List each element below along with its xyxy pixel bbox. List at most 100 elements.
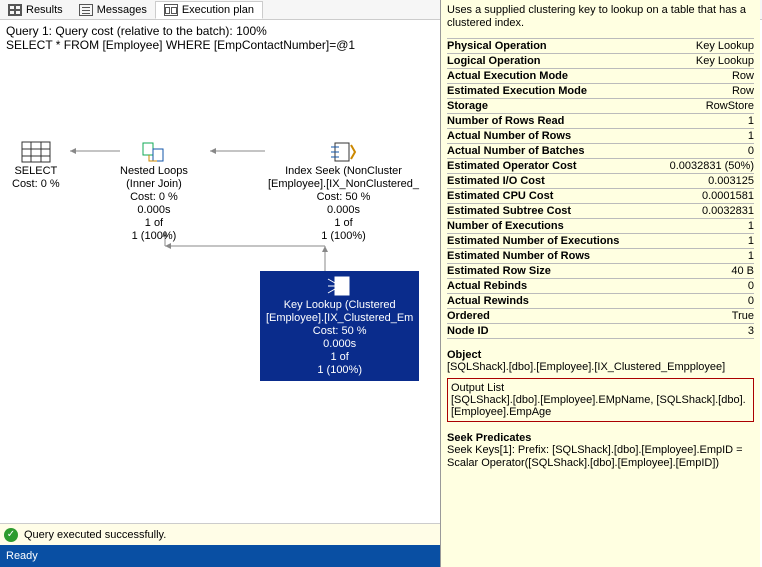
node-key-title: Key Lookup (Clustered bbox=[266, 299, 413, 312]
node-nl-cost: Cost: 0 % bbox=[120, 191, 188, 204]
node-key-rows1: 1 of bbox=[266, 351, 413, 364]
tab-messages-label: Messages bbox=[97, 4, 147, 16]
node-seek-title: Index Seek (NonCluster bbox=[268, 165, 419, 178]
property-key: Actual Number of Rows bbox=[447, 130, 748, 142]
node-select-cost: Cost: 0 % bbox=[12, 178, 60, 191]
property-row: Estimated Number of Rows1 bbox=[447, 248, 754, 263]
property-value: 0.0001581 bbox=[702, 190, 754, 202]
output-value: [SQLShack].[dbo].[Employee].EMpName, [SQ… bbox=[451, 394, 750, 418]
tab-messages[interactable]: Messages bbox=[71, 2, 155, 18]
node-seek-rows2: 1 (100%) bbox=[268, 230, 419, 243]
tab-execution-plan[interactable]: Execution plan bbox=[155, 1, 263, 19]
status-bar: ✓ Query executed successfully. bbox=[0, 523, 440, 545]
node-select[interactable]: SELECT Cost: 0 % bbox=[12, 141, 60, 191]
output-list-section: Output List [SQLShack].[dbo].[Employee].… bbox=[447, 378, 754, 422]
property-row: Logical OperationKey Lookup bbox=[447, 53, 754, 68]
property-key: Estimated Execution Mode bbox=[447, 85, 732, 97]
property-row: Node ID3 bbox=[447, 323, 754, 339]
property-value: 0 bbox=[748, 280, 754, 292]
property-value: True bbox=[732, 310, 754, 322]
property-key: Ordered bbox=[447, 310, 732, 322]
property-value: 0 bbox=[748, 295, 754, 307]
node-nested-loops[interactable]: Nested Loops (Inner Join) Cost: 0 % 0.00… bbox=[120, 141, 188, 243]
property-row: Estimated Row Size40 B bbox=[447, 263, 754, 278]
property-row: Actual Number of Batches0 bbox=[447, 143, 754, 158]
index-seek-icon bbox=[329, 141, 359, 163]
property-key: Estimated Row Size bbox=[447, 265, 731, 277]
node-select-title: SELECT bbox=[12, 165, 60, 178]
operator-description: Uses a supplied clustering key to lookup… bbox=[447, 4, 754, 30]
property-value: 40 B bbox=[731, 265, 754, 277]
property-value: 1 bbox=[748, 235, 754, 247]
message-icon bbox=[79, 4, 93, 16]
property-value: Key Lookup bbox=[696, 55, 754, 67]
property-key: Storage bbox=[447, 100, 706, 112]
property-value: 1 bbox=[748, 130, 754, 142]
tab-results[interactable]: Results bbox=[0, 2, 71, 18]
property-value: RowStore bbox=[706, 100, 754, 112]
property-value: 1 bbox=[748, 250, 754, 262]
property-row: Number of Executions1 bbox=[447, 218, 754, 233]
property-row: OrderedTrue bbox=[447, 308, 754, 323]
node-seek-time: 0.000s bbox=[268, 204, 419, 217]
property-value: 1 bbox=[748, 115, 754, 127]
node-key-sub: [Employee].[IX_Clustered_Em bbox=[266, 312, 413, 325]
grid-icon bbox=[8, 4, 22, 16]
properties-pane[interactable]: Uses a supplied clustering key to lookup… bbox=[440, 0, 760, 567]
property-value: 3 bbox=[748, 325, 754, 337]
node-nl-rows2: 1 (100%) bbox=[120, 230, 188, 243]
query-sql-line: SELECT * FROM [Employee] WHERE [EmpConta… bbox=[6, 38, 434, 52]
object-section: Object [SQLShack].[dbo].[Employee].[IX_C… bbox=[447, 349, 754, 374]
table-icon bbox=[21, 141, 51, 163]
success-icon: ✓ bbox=[4, 528, 18, 542]
property-row: Actual Rewinds0 bbox=[447, 293, 754, 308]
key-lookup-icon bbox=[325, 275, 355, 297]
property-key: Estimated CPU Cost bbox=[447, 190, 702, 202]
object-heading: Object bbox=[447, 349, 754, 361]
execution-plan-pane: Query 1: Query cost (relative to the bat… bbox=[0, 20, 440, 513]
output-heading: Output List bbox=[451, 382, 750, 394]
node-seek-sub: [Employee].[IX_NonClustered_ bbox=[268, 178, 419, 191]
property-value: 0.0032831 (50%) bbox=[670, 160, 754, 172]
node-nl-time: 0.000s bbox=[120, 204, 188, 217]
property-key: Actual Rebinds bbox=[447, 280, 748, 292]
object-value: [SQLShack].[dbo].[Employee].[IX_Clustere… bbox=[447, 361, 754, 374]
node-index-seek[interactable]: Index Seek (NonCluster [Employee].[IX_No… bbox=[268, 141, 419, 243]
property-key: Physical Operation bbox=[447, 40, 696, 52]
property-key: Estimated I/O Cost bbox=[447, 175, 708, 187]
node-key-cost: Cost: 50 % bbox=[266, 325, 413, 338]
status-text: Query executed successfully. bbox=[24, 529, 166, 541]
node-nl-title: Nested Loops bbox=[120, 165, 188, 178]
property-row: StorageRowStore bbox=[447, 98, 754, 113]
tab-plan-label: Execution plan bbox=[182, 4, 254, 16]
property-row: Actual Execution ModeRow bbox=[447, 68, 754, 83]
property-row: Number of Rows Read1 bbox=[447, 113, 754, 128]
property-value: 1 bbox=[748, 220, 754, 232]
property-row: Physical OperationKey Lookup bbox=[447, 38, 754, 53]
property-key: Actual Execution Mode bbox=[447, 70, 732, 82]
property-row: Actual Rebinds0 bbox=[447, 278, 754, 293]
node-nl-sub: (Inner Join) bbox=[120, 178, 188, 191]
node-key-time: 0.000s bbox=[266, 338, 413, 351]
property-row: Estimated Operator Cost0.0032831 (50%) bbox=[447, 158, 754, 173]
property-row: Estimated Execution ModeRow bbox=[447, 83, 754, 98]
node-seek-rows1: 1 of bbox=[268, 217, 419, 230]
property-value: 0.0032831 bbox=[702, 205, 754, 217]
property-value: Row bbox=[732, 70, 754, 82]
property-key: Actual Rewinds bbox=[447, 295, 748, 307]
node-nl-rows1: 1 of bbox=[120, 217, 188, 230]
property-key: Estimated Subtree Cost bbox=[447, 205, 702, 217]
node-key-lookup[interactable]: Key Lookup (Clustered [Employee].[IX_Clu… bbox=[260, 271, 419, 381]
query-header: Query 1: Query cost (relative to the bat… bbox=[0, 20, 440, 56]
property-value: Key Lookup bbox=[696, 40, 754, 52]
node-key-rows2: 1 (100%) bbox=[266, 364, 413, 377]
plan-canvas[interactable]: SELECT Cost: 0 % Nested Loops (Inner Joi… bbox=[0, 56, 440, 376]
property-value: 0 bbox=[748, 145, 754, 157]
property-key: Estimated Number of Rows bbox=[447, 250, 748, 262]
property-value: 0.003125 bbox=[708, 175, 754, 187]
plan-icon bbox=[164, 4, 178, 16]
tab-results-label: Results bbox=[26, 4, 63, 16]
seek-heading: Seek Predicates bbox=[447, 432, 754, 444]
property-key: Logical Operation bbox=[447, 55, 696, 67]
query-cost-line: Query 1: Query cost (relative to the bat… bbox=[6, 24, 434, 38]
